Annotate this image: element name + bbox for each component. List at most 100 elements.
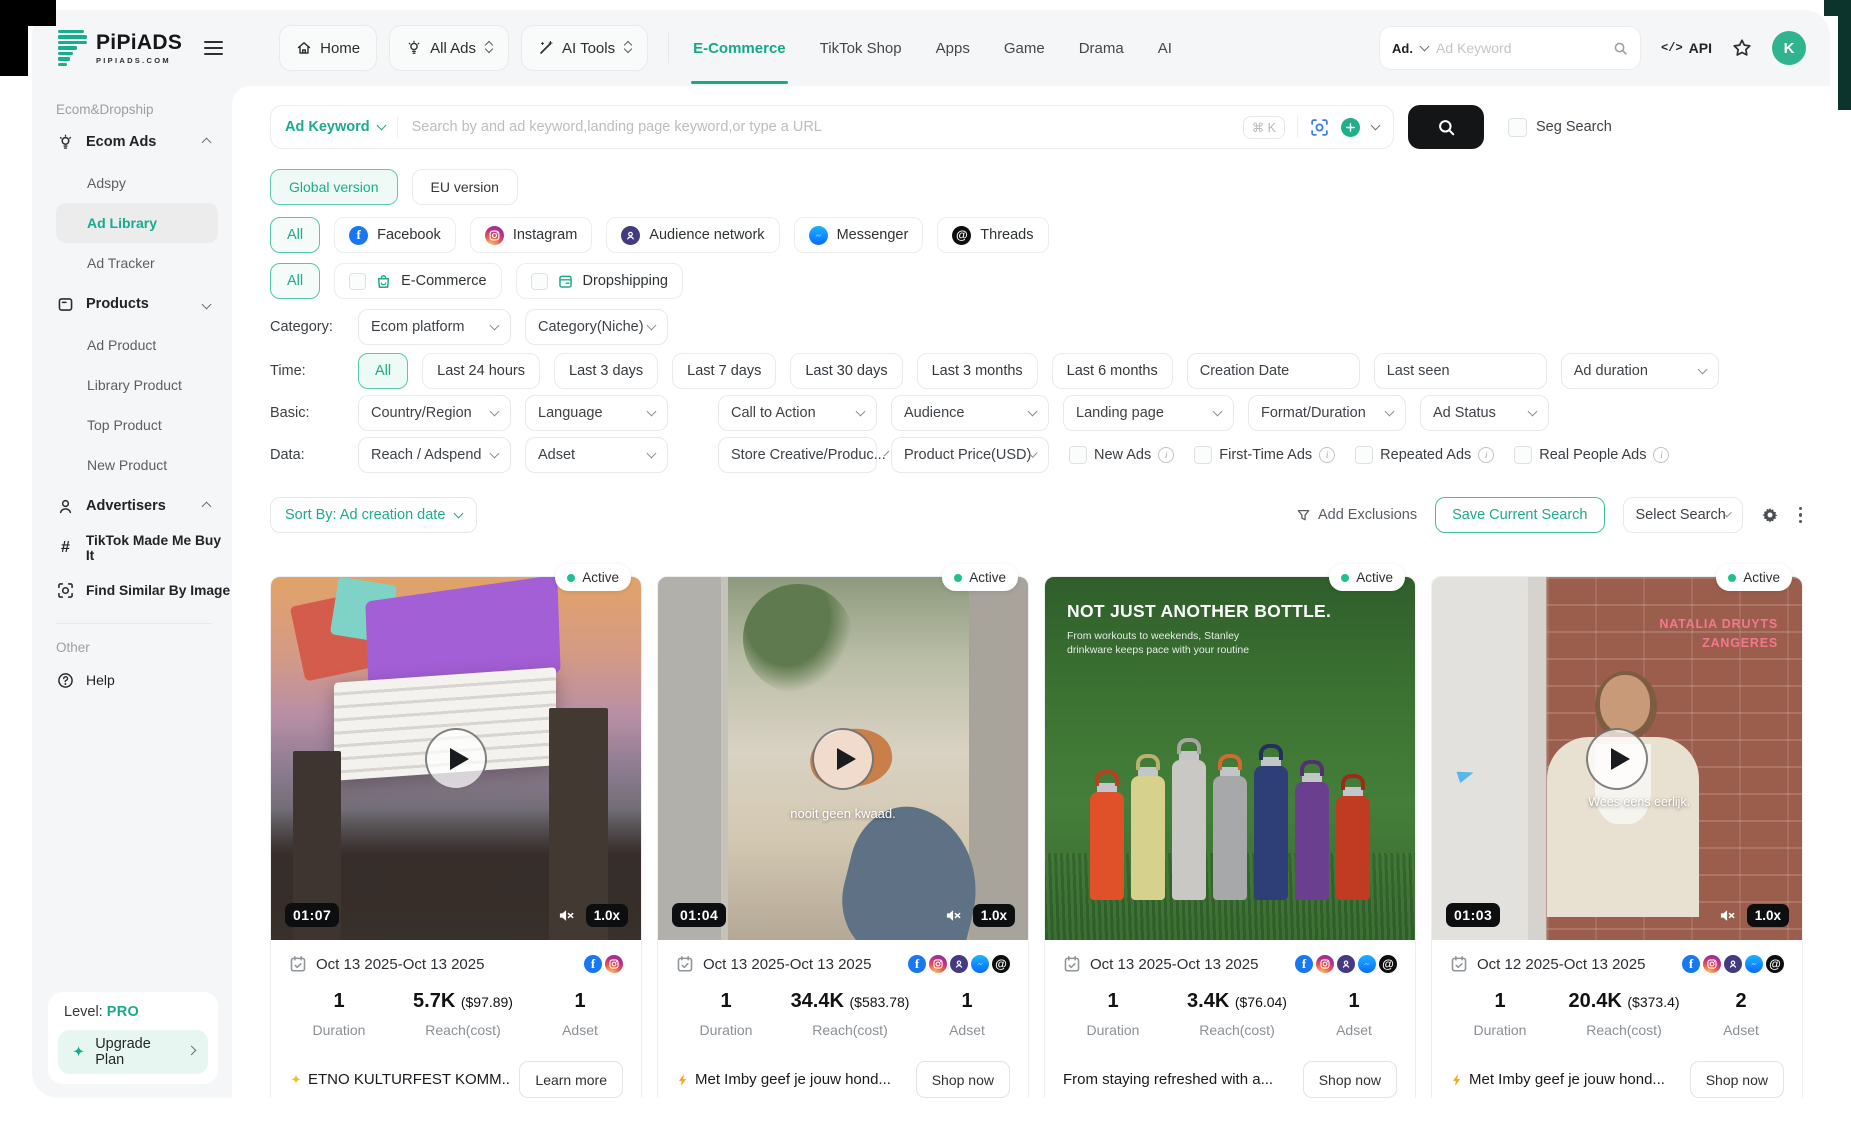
sidebar-item-ad-product[interactable]: Ad Product — [56, 325, 232, 365]
settings-gear-icon[interactable] — [1761, 506, 1779, 524]
api-button[interactable]: </> API — [1661, 40, 1712, 56]
info-icon[interactable] — [1158, 447, 1174, 463]
dropshipping-checkbox[interactable] — [531, 273, 548, 290]
home-button[interactable]: Home — [279, 25, 377, 71]
pipiads-logo[interactable]: PiPiADS PIPIADS.COM — [58, 30, 182, 67]
tab-game[interactable]: Game — [1004, 40, 1045, 57]
call-to-action-select[interactable]: Call to Action — [718, 395, 877, 431]
platform-instagram[interactable]: Instagram — [470, 217, 592, 253]
menu-toggle-icon[interactable] — [204, 41, 223, 56]
ad-card[interactable]: Active NATALIA DRUYTS ZANGERES Wees eens… — [1431, 576, 1803, 1098]
ecom-platform-select[interactable]: Ecom platform — [358, 309, 511, 345]
select-search-dropdown[interactable]: Select Search — [1623, 497, 1743, 533]
more-options-icon[interactable] — [1797, 505, 1805, 526]
seg-search-toggle[interactable]: Seg Search — [1508, 118, 1612, 137]
ad-card[interactable]: Active nooit geen kwaad. 01:04 1.0x Oct … — [657, 576, 1029, 1098]
landing-page-select[interactable]: Landing page — [1063, 395, 1234, 431]
ad-image-thumbnail[interactable]: NOT JUST ANOTHER BOTTLE. From workouts t… — [1045, 577, 1415, 940]
type-all-button[interactable]: All — [270, 263, 320, 299]
ad-card[interactable]: Active 01:07 1.0x Oct 13 2025-Oct 13 202… — [270, 576, 642, 1098]
platform-audience-network[interactable]: Audience network — [606, 217, 779, 253]
first-time-ads-checkbox-row[interactable]: First-Time Ads — [1194, 446, 1335, 464]
time-last-3-days[interactable]: Last 3 days — [554, 353, 658, 389]
platform-threads[interactable]: @ Threads — [937, 217, 1048, 253]
time-last-24-hours[interactable]: Last 24 hours — [422, 353, 540, 389]
platform-facebook[interactable]: f Facebook — [334, 217, 456, 253]
tab-drama[interactable]: Drama — [1079, 40, 1124, 57]
creation-date-input[interactable]: Creation Date — [1187, 353, 1360, 389]
muted-speaker-icon[interactable] — [945, 907, 962, 924]
chevron-down-icon[interactable] — [1371, 121, 1381, 131]
playback-speed-badge[interactable]: 1.0x — [1747, 904, 1789, 927]
repeated-ads-checkbox-row[interactable]: Repeated Ads — [1355, 446, 1494, 464]
all-ads-button[interactable]: All Ads — [389, 25, 509, 71]
user-avatar[interactable]: K — [1772, 31, 1806, 65]
country-region-select[interactable]: Country/Region — [358, 395, 511, 431]
e-commerce-checkbox[interactable] — [349, 273, 366, 290]
format-duration-select[interactable]: Format/Duration — [1248, 395, 1406, 431]
search-scope-dropdown[interactable]: Ad Keyword — [285, 119, 385, 135]
tab-ai[interactable]: AI — [1158, 40, 1172, 57]
new-ads-checkbox-row[interactable]: New Ads — [1069, 446, 1174, 464]
real-people-ads-checkbox[interactable] — [1514, 446, 1532, 464]
time-last-30-days[interactable]: Last 30 days — [790, 353, 902, 389]
sidebar-item-adspy[interactable]: Adspy — [56, 163, 232, 203]
new-ads-checkbox[interactable] — [1069, 446, 1087, 464]
real-people-ads-checkbox-row[interactable]: Real People Ads — [1514, 446, 1669, 464]
platform-messenger[interactable]: Messenger — [794, 217, 924, 253]
search-button[interactable] — [1408, 105, 1484, 149]
tab-e-commerce[interactable]: E-Commerce — [693, 40, 786, 57]
add-exclusions-button[interactable]: Add Exclusions — [1296, 507, 1417, 523]
sidebar-item-help[interactable]: Help — [56, 659, 232, 701]
ad-status-select[interactable]: Ad Status — [1420, 395, 1549, 431]
tab-apps[interactable]: Apps — [936, 40, 970, 57]
sidebar-item-library-product[interactable]: Library Product — [56, 365, 232, 405]
type-e-commerce[interactable]: E-Commerce — [334, 263, 501, 299]
first-time-ads-checkbox[interactable] — [1194, 446, 1212, 464]
ad-duration-select[interactable]: Ad duration — [1561, 353, 1719, 389]
sidebar-item-new-product[interactable]: New Product — [56, 445, 232, 485]
playback-speed-badge[interactable]: 1.0x — [586, 904, 628, 927]
image-search-icon[interactable] — [1310, 118, 1329, 137]
global-version-button[interactable]: Global version — [270, 169, 398, 205]
add-icon[interactable] — [1341, 118, 1360, 137]
last-seen-input[interactable]: Last seen — [1374, 353, 1547, 389]
type-dropshipping[interactable]: Dropshipping — [516, 263, 683, 299]
product-price-select[interactable]: Product Price(USD) — [891, 437, 1049, 473]
time-last-3-months[interactable]: Last 3 months — [917, 353, 1038, 389]
store-creative-select[interactable]: Store Creative/Produc... — [718, 437, 877, 473]
search-icon[interactable] — [1613, 41, 1628, 56]
shop-now-button[interactable]: Shop now — [916, 1061, 1010, 1098]
navbar-quick-search[interactable]: Ad. Ad Keyword — [1379, 26, 1641, 70]
sidebar-item-ad-tracker[interactable]: Ad Tracker — [56, 243, 232, 283]
info-icon[interactable] — [1653, 447, 1669, 463]
search-input[interactable] — [410, 118, 1231, 136]
eu-version-button[interactable]: EU version — [412, 169, 518, 205]
play-button[interactable] — [812, 728, 874, 790]
sidebar-item-tiktok-made-me-buy-it[interactable]: # TikTok Made Me Buy It — [56, 527, 232, 569]
muted-speaker-icon[interactable] — [558, 907, 575, 924]
favorites-star-icon[interactable] — [1732, 38, 1752, 58]
info-icon[interactable] — [1319, 447, 1335, 463]
sidebar-item-top-product[interactable]: Top Product — [56, 405, 232, 445]
time-last-7-days[interactable]: Last 7 days — [672, 353, 776, 389]
platform-all-button[interactable]: All — [270, 217, 320, 253]
ad-video-thumbnail[interactable]: 01:07 1.0x — [271, 577, 641, 940]
time-all-button[interactable]: All — [358, 353, 408, 389]
audience-select[interactable]: Audience — [891, 395, 1049, 431]
sidebar-group-ecom-ads[interactable]: Ecom Ads — [56, 121, 232, 163]
ad-video-thumbnail[interactable]: NATALIA DRUYTS ZANGERES Wees eens eerlij… — [1432, 577, 1802, 940]
upgrade-plan-button[interactable]: Upgrade Plan — [58, 1030, 208, 1074]
language-select[interactable]: Language — [525, 395, 668, 431]
shop-now-button[interactable]: Shop now — [1303, 1061, 1397, 1098]
time-last-6-months[interactable]: Last 6 months — [1052, 353, 1173, 389]
save-current-search-button[interactable]: Save Current Search — [1435, 497, 1604, 533]
tab-tiktok-shop[interactable]: TikTok Shop — [820, 40, 902, 57]
sidebar-group-products[interactable]: Products — [56, 283, 232, 325]
ad-video-thumbnail[interactable]: nooit geen kwaad. 01:04 1.0x — [658, 577, 1028, 940]
repeated-ads-checkbox[interactable] — [1355, 446, 1373, 464]
play-button[interactable] — [425, 728, 487, 790]
category-niche-select[interactable]: Category(Niche) — [525, 309, 668, 345]
info-icon[interactable] — [1478, 447, 1494, 463]
learn-more-button[interactable]: Learn more — [519, 1061, 623, 1098]
